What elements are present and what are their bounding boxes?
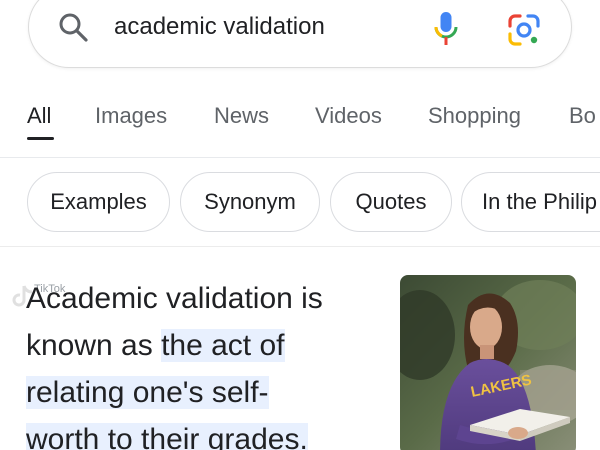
search-tabs: All Images News Videos Shopping Bo — [0, 100, 600, 158]
snippet-highlight: worth to their grades. — [26, 423, 308, 450]
tab-images[interactable]: Images — [95, 103, 167, 129]
chip-examples[interactable]: Examples — [27, 172, 170, 232]
snippet-text: known as — [26, 329, 162, 362]
search-input[interactable]: academic validation — [114, 13, 325, 41]
snippet-line-1: Academic validation is — [26, 282, 323, 315]
google-lens-icon[interactable] — [506, 12, 542, 48]
snippet-line-4: worth to their grades. — [26, 421, 308, 450]
section-divider — [0, 246, 600, 247]
chip-quotes[interactable]: Quotes — [330, 172, 452, 232]
chip-synonym[interactable]: Synonym — [180, 172, 320, 232]
snippet-line-3: relating one's self- — [26, 374, 269, 412]
snippet-highlight: relating one's self- — [26, 376, 269, 409]
snippet-highlight: the act of — [161, 329, 285, 362]
tab-videos[interactable]: Videos — [315, 103, 382, 129]
tab-books[interactable]: Bo — [569, 103, 596, 129]
search-icon[interactable] — [56, 10, 90, 44]
snippet-line-2: known as the act of — [26, 327, 285, 365]
active-tab-indicator — [27, 137, 54, 140]
google-search-results: academic validation All Images News Vide… — [0, 0, 600, 450]
chip-in-the-philippines[interactable]: In the Philip — [461, 172, 600, 232]
result-thumbnail-image[interactable]: LAKERS — [400, 275, 576, 450]
tab-news[interactable]: News — [214, 103, 269, 129]
tab-shopping[interactable]: Shopping — [428, 103, 521, 129]
microphone-icon[interactable] — [432, 10, 460, 48]
tab-all[interactable]: All — [27, 103, 51, 129]
